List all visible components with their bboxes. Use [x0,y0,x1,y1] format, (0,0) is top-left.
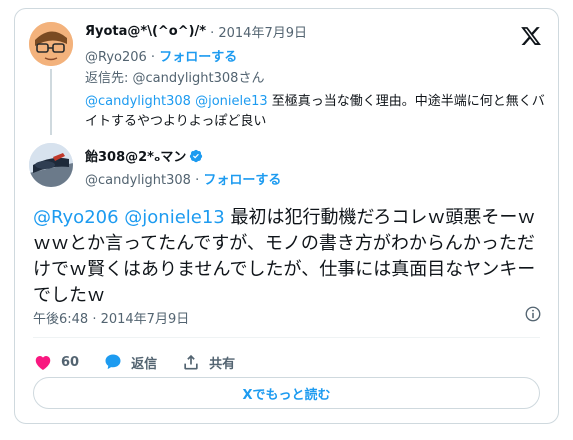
action-bar: 60 返信 共有 [33,352,259,372]
info-icon[interactable] [524,305,542,323]
main-tweet-header: 飴308@2*ₒマン [85,146,203,165]
like-count: 60 [61,354,80,370]
heart-icon [35,356,51,370]
quoted-tweet-header: Яyota@*\(^o^)/* · 2014年7月9日 [85,22,307,41]
reply-button[interactable]: 返信 [103,352,157,372]
tweet-timestamp[interactable]: 午後6:48 · 2014年7月9日 [33,308,189,327]
like-button[interactable]: 60 [33,352,79,372]
x-logo-icon[interactable] [520,25,542,47]
display-name[interactable]: Яyota@*\(^o^)/* [85,24,206,39]
main-tweet-text: @Ryo206 @joniele13 最初は犯行動機だろコレｗ頭悪そーｗｗｗとか… [33,205,548,309]
quoted-tweet-handle-row: @Ryo206 · フォローする [85,46,237,65]
avatar[interactable] [29,22,73,66]
reply-bubble-icon [105,354,121,370]
embedded-tweet-card: Яyota@*\(^o^)/* · 2014年7月9日 @Ryo206 · フォ… [14,8,559,424]
separator: · [146,50,160,65]
reply-to-handle[interactable]: @candylight308さん [133,71,265,86]
mention-link[interactable]: @joniele13 [195,94,268,109]
share-label: 共有 [209,356,236,372]
reply-to-prefix: 返信先: [85,71,133,86]
reply-label: 返信 [131,356,158,372]
follow-button[interactable]: フォローする [203,173,281,188]
verified-badge-icon [190,149,203,162]
avatar[interactable] [29,143,73,187]
tweet-date[interactable]: · 2014年7月9日 [210,22,307,41]
thread-connector-line [50,69,52,135]
mention-link[interactable]: @Ryo206 [33,207,119,228]
share-button[interactable]: 共有 [181,352,235,372]
main-tweet-handle-row: @candylight308 · フォローする [85,169,281,188]
user-handle[interactable]: @Ryo206 [85,50,147,65]
separator: · [190,173,204,188]
read-more-button[interactable]: Xでもっと読む [33,377,540,409]
follow-button[interactable]: フォローする [159,50,237,65]
quoted-tweet-text: @candylight308 @joniele13 至極真っ当な働く理由。中途半… [85,92,545,132]
divider [33,337,540,338]
mention-link[interactable]: @joniele13 [124,207,224,228]
reply-to-line: 返信先: @candylight308さん [85,67,264,86]
mention-link[interactable]: @candylight308 [85,94,191,109]
display-name[interactable]: 飴308@2*ₒマン [85,146,186,165]
user-handle[interactable]: @candylight308 [85,173,191,188]
share-icon [184,354,198,370]
